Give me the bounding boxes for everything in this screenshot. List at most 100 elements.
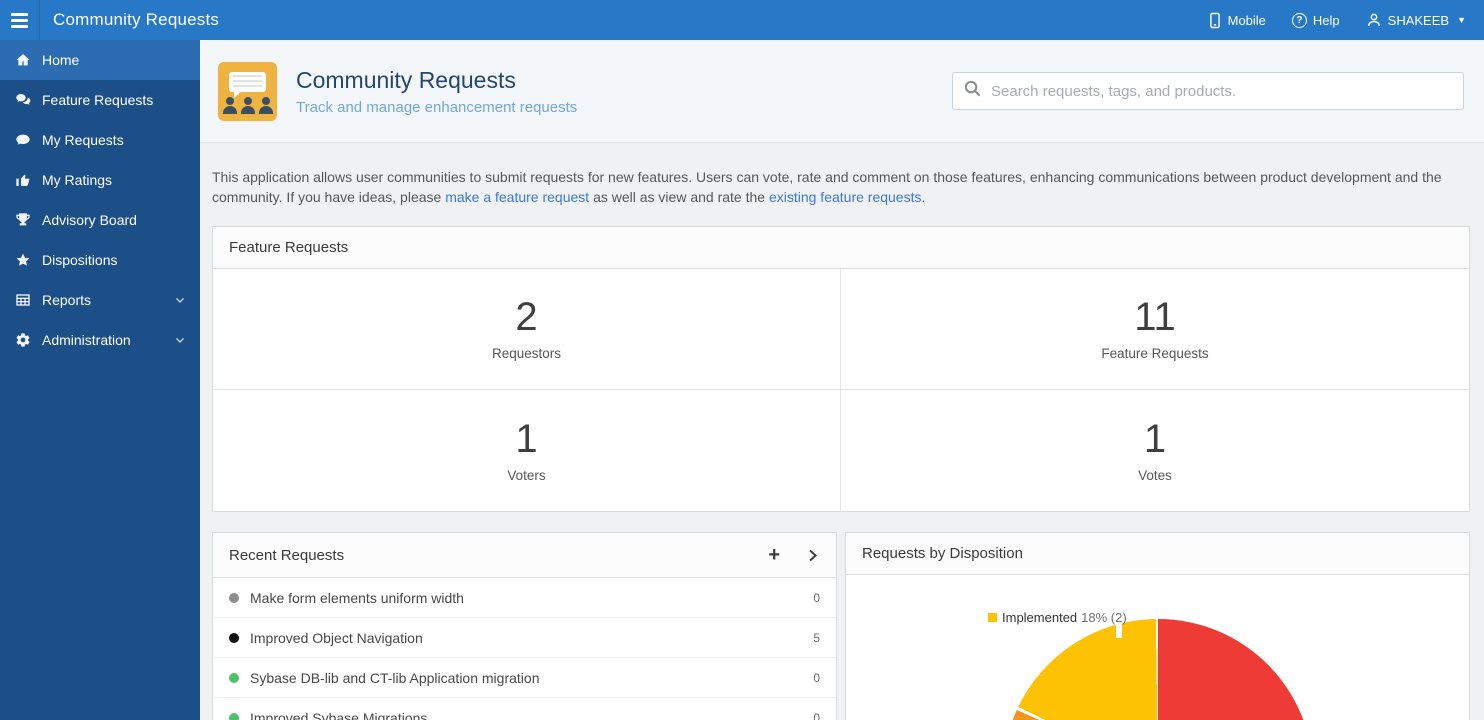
gear-icon: [14, 331, 32, 349]
comment-icon: [14, 131, 32, 149]
sidebar-item-label: Home: [42, 52, 80, 68]
intro-text-middle: as well as view and rate the: [589, 189, 769, 205]
stats-grid: 2 Requestors 11 Feature Requests 1 Voter…: [213, 269, 1469, 511]
sidebar-item-label: Reports: [42, 292, 92, 308]
app-window: Community Requests Mobile ? Help SHAKEEB…: [0, 0, 1484, 720]
user-icon: [1366, 12, 1382, 28]
list-item[interactable]: Improved Sybase Migrations 0: [213, 698, 836, 720]
request-title[interactable]: Improved Sybase Migrations: [250, 710, 427, 720]
stat-votes: 1 Votes: [841, 390, 1469, 511]
table-icon: [14, 291, 32, 309]
request-title[interactable]: Make form elements uniform width: [250, 590, 464, 606]
sidebar-item-advisory-board[interactable]: Advisory Board: [0, 200, 200, 240]
stat-requestors: 2 Requestors: [213, 269, 841, 390]
comments-icon: [14, 91, 32, 109]
top-bar-actions: Mobile ? Help SHAKEEB ▼: [1208, 12, 1466, 29]
page-header: Community Requests Track and manage enha…: [200, 40, 1484, 143]
search-icon: [963, 79, 982, 103]
stat-label: Feature Requests: [1101, 346, 1209, 361]
mobile-phone-icon: [1208, 12, 1222, 29]
help-label: Help: [1312, 12, 1340, 28]
list-item[interactable]: Sybase DB-lib and CT-lib Application mig…: [213, 658, 836, 698]
chevron-down-icon[interactable]: [174, 294, 186, 306]
stats-panel-title: Feature Requests: [213, 227, 1469, 269]
page-subtitle: Track and manage enhancement requests: [296, 98, 578, 116]
page-title: Community Requests: [296, 66, 516, 93]
stat-voters: 1 Voters: [213, 390, 841, 511]
list-item[interactable]: Improved Object Navigation 5: [213, 618, 836, 658]
status-dot: [229, 712, 239, 720]
feature-requests-stats-panel: Feature Requests 2 Requestors 11 Feature…: [212, 226, 1470, 512]
sidebar-item-label: Administration: [42, 332, 131, 348]
stat-value: 1: [515, 416, 538, 461]
request-count: 0: [813, 710, 820, 720]
chevron-right-icon[interactable]: [805, 548, 820, 563]
help-link[interactable]: ? Help: [1291, 12, 1340, 28]
search-box[interactable]: [952, 72, 1464, 110]
disposition-pie-chart[interactable]: [1003, 619, 1313, 720]
stat-label: Voters: [507, 467, 546, 483]
sidebar-item-my-requests[interactable]: My Requests: [0, 120, 200, 160]
legend-value: 18% (2): [1081, 610, 1127, 625]
sidebar-item-dispositions[interactable]: Dispositions: [0, 240, 200, 280]
sidebar-item-my-ratings[interactable]: My Ratings: [0, 160, 200, 200]
people-icon: [218, 96, 277, 114]
speech-bubble-icon: [229, 71, 266, 98]
stat-value: 2: [515, 295, 538, 339]
intro-text: This application allows user communities…: [212, 167, 1470, 207]
home-icon: [14, 51, 32, 69]
request-count: 0: [813, 590, 820, 605]
existing-feature-requests-link[interactable]: existing feature requests: [769, 189, 922, 205]
main-content: Community Requests Track and manage enha…: [200, 40, 1484, 720]
stat-label: Requestors: [491, 346, 562, 361]
caret-down-icon: ▼: [1457, 15, 1466, 25]
status-dot: [229, 672, 239, 683]
stat-feature-requests: 11 Feature Requests: [841, 269, 1469, 390]
sidebar-item-home[interactable]: Home: [0, 40, 200, 80]
sidebar: Home Feature Requests My Requests My Rat…: [0, 40, 200, 720]
top-bar: Community Requests Mobile ? Help SHAKEEB…: [0, 0, 1484, 40]
community-requests-app-icon: [218, 61, 277, 121]
trophy-icon: [14, 211, 32, 229]
sidebar-item-label: Dispositions: [42, 252, 118, 268]
request-title[interactable]: Sybase DB-lib and CT-lib Application mig…: [250, 670, 539, 686]
help-icon: ?: [1291, 12, 1307, 28]
hamburger-menu-icon[interactable]: [0, 0, 40, 40]
app-title: Community Requests: [53, 10, 220, 29]
mobile-link[interactable]: Mobile: [1208, 12, 1266, 29]
legend-label: Implemented: [1002, 610, 1078, 625]
sidebar-item-reports[interactable]: Reports: [0, 280, 200, 320]
user-name: SHAKEEB: [1387, 12, 1450, 28]
request-count: 5: [813, 630, 820, 645]
recent-requests-panel: Recent Requests + Make form elements uni…: [212, 532, 837, 720]
requests-by-disposition-panel: Requests by Disposition Implemented 18% …: [845, 532, 1470, 720]
status-dot: [229, 592, 239, 603]
disposition-chart-area: Implemented 18% (2): [846, 575, 1469, 720]
mobile-label: Mobile: [1227, 12, 1266, 28]
sidebar-item-label: Advisory Board: [42, 212, 137, 228]
intro-text-after: .: [921, 189, 926, 205]
stat-value: 1: [1143, 416, 1167, 461]
stat-value: 11: [1134, 295, 1176, 339]
content-area: This application allows user communities…: [200, 143, 1484, 720]
recent-requests-list: Make form elements uniform width 0 Impro…: [213, 578, 836, 720]
sidebar-item-label: My Ratings: [42, 172, 113, 188]
sidebar-item-administration[interactable]: Administration: [0, 320, 200, 360]
search-input[interactable]: [991, 82, 1453, 100]
status-dot: [229, 632, 239, 643]
stat-label: Votes: [1138, 467, 1172, 483]
make-feature-request-link[interactable]: make a feature request: [445, 189, 589, 205]
legend-swatch-implemented: [988, 613, 997, 622]
star-icon: [14, 251, 32, 269]
request-count: 0: [813, 670, 820, 685]
request-title[interactable]: Improved Object Navigation: [250, 630, 423, 646]
chevron-down-icon[interactable]: [174, 334, 186, 346]
user-menu[interactable]: SHAKEEB ▼: [1366, 12, 1466, 28]
sidebar-item-label: My Requests: [42, 132, 124, 148]
list-item[interactable]: Make form elements uniform width 0: [213, 578, 836, 618]
recent-requests-title: Recent Requests: [229, 546, 345, 564]
thumbs-up-icon: [14, 171, 32, 189]
pie-data-label[interactable]: Implemented 18% (2): [988, 610, 1127, 625]
sidebar-item-feature-requests[interactable]: Feature Requests: [0, 80, 200, 120]
add-request-button[interactable]: +: [768, 545, 780, 565]
